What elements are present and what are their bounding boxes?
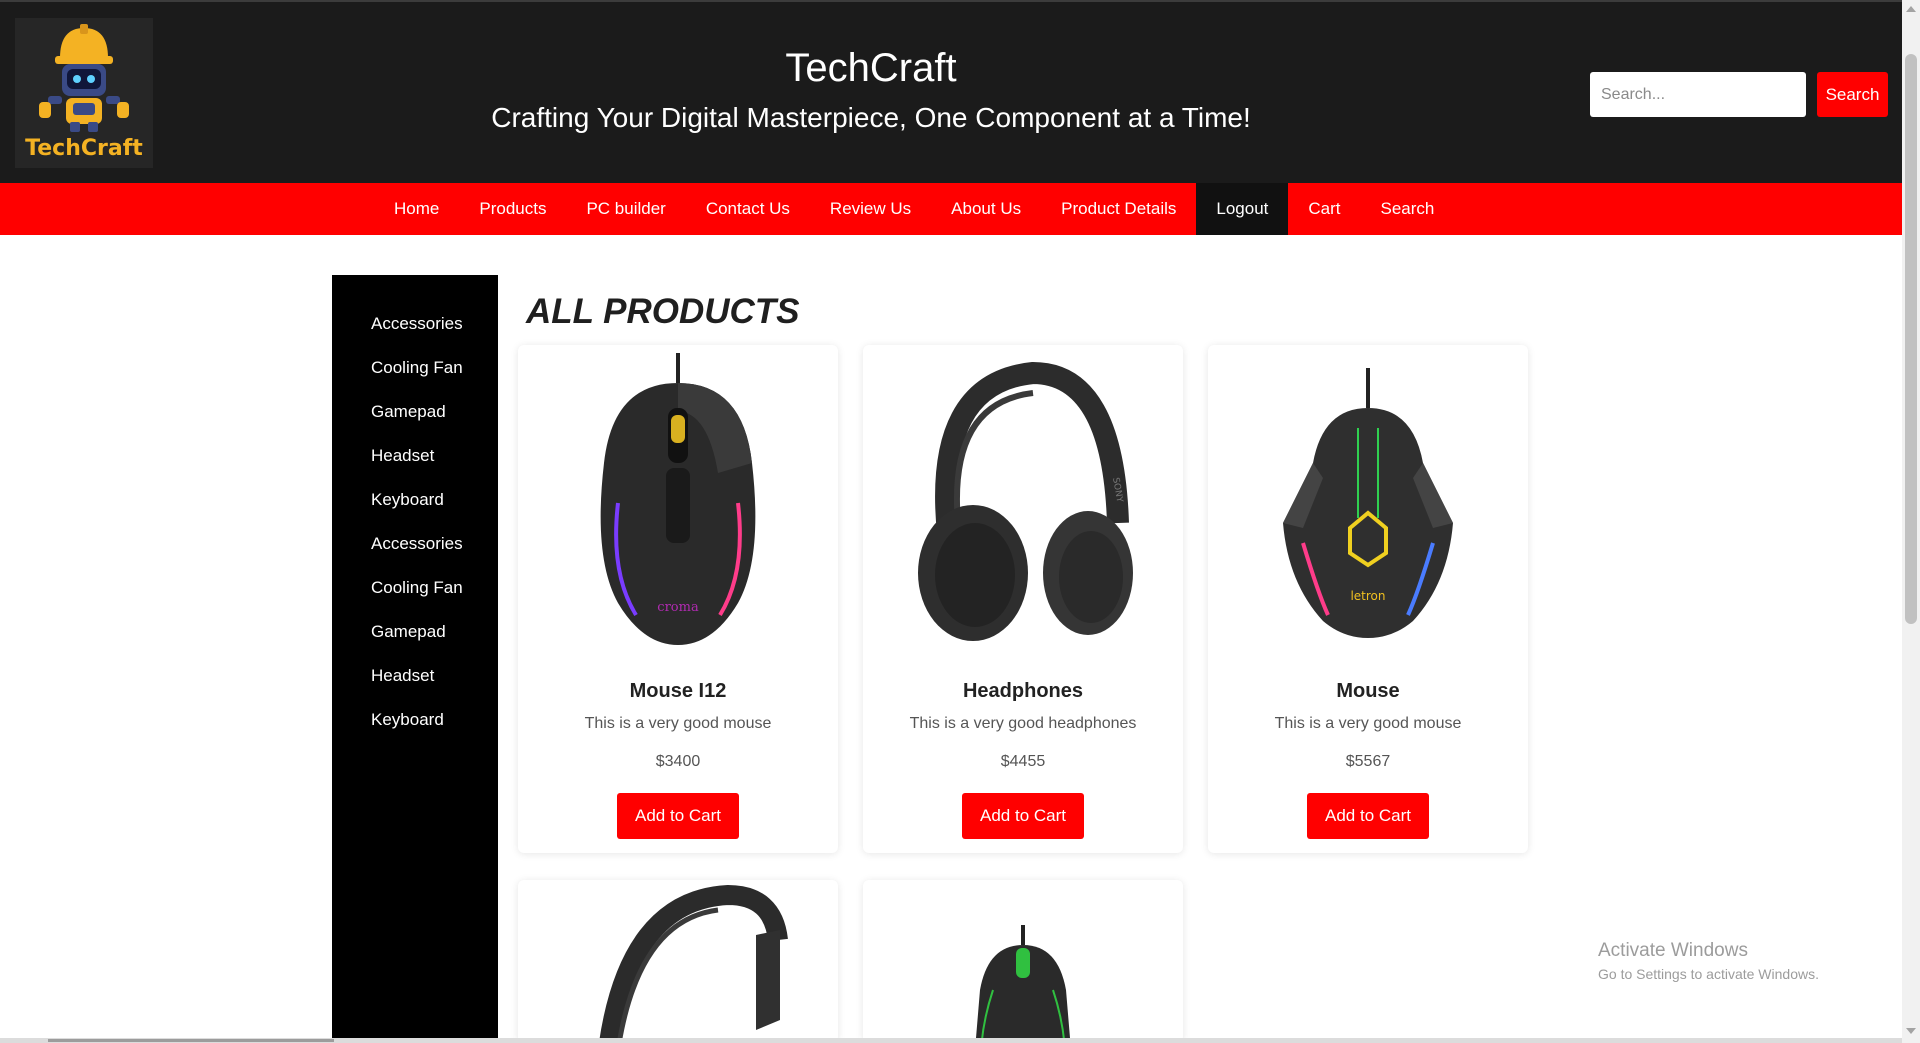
nav-item-search[interactable]: Search: [1361, 183, 1455, 235]
category-item-gamepad[interactable]: Gamepad: [371, 620, 489, 644]
category-item-accessories[interactable]: Accessories: [371, 532, 489, 556]
brand-mark: croma: [657, 600, 699, 615]
nav-item-logout[interactable]: Logout: [1196, 183, 1289, 235]
category-list: Accessories Cooling Fan Gamepad Headset …: [371, 312, 489, 752]
nav-item-home[interactable]: Home: [374, 183, 459, 235]
watermark-subtitle: Go to Settings to activate Windows.: [1598, 966, 1819, 982]
category-item-keyboard[interactable]: Keyboard: [371, 708, 489, 732]
nav-item-pc-builder[interactable]: PC builder: [566, 183, 685, 235]
add-to-cart-button[interactable]: Add to Cart: [1307, 793, 1429, 839]
headphones-icon: [598, 884, 788, 1043]
scrollbar-thumb[interactable]: [1905, 54, 1917, 624]
nav-item-product-details[interactable]: Product Details: [1041, 183, 1196, 235]
product-card: letron Mouse This is a very good mouse $…: [1208, 345, 1528, 853]
product-description: This is a very good mouse: [584, 715, 772, 732]
headphones-icon: SONY: [918, 361, 1133, 641]
product-description: This is a very good mouse: [1274, 715, 1462, 732]
scroll-up-arrow-icon[interactable]: [1906, 6, 1916, 12]
site-title: TechCraft: [785, 46, 957, 90]
mouse-icon: [975, 925, 1071, 1043]
product-card: [518, 880, 838, 1043]
product-description: This is a very good headphones: [909, 715, 1137, 732]
watermark-title: Activate Windows: [1598, 940, 1748, 961]
category-sidebar: Accessories Cooling Fan Gamepad Headset …: [332, 275, 498, 1043]
brand-mark: letron: [1350, 589, 1385, 603]
page-title: ALL PRODUCTS: [526, 292, 800, 331]
scroll-down-arrow-icon[interactable]: [1906, 1028, 1916, 1034]
product-card: SONY Headphones This is a very good head…: [863, 345, 1183, 853]
product-name: Headphones: [962, 680, 1084, 702]
category-item-gamepad[interactable]: Gamepad: [371, 400, 489, 424]
category-item-cooling-fan[interactable]: Cooling Fan: [371, 356, 489, 380]
site-tagline: Crafting Your Digital Masterpiece, One C…: [491, 102, 1251, 133]
search-input[interactable]: [1590, 72, 1806, 117]
mouse-icon: croma: [600, 353, 756, 645]
category-item-cooling-fan[interactable]: Cooling Fan: [371, 576, 489, 600]
category-item-keyboard[interactable]: Keyboard: [371, 488, 489, 512]
category-item-headset[interactable]: Headset: [371, 664, 489, 688]
nav-item-cart[interactable]: Cart: [1288, 183, 1360, 235]
nav-item-contact-us[interactable]: Contact Us: [686, 183, 810, 235]
nav-list: Home Products PC builder Contact Us Revi…: [374, 183, 1454, 235]
search-button[interactable]: Search: [1817, 72, 1888, 117]
add-to-cart-button[interactable]: Add to Cart: [962, 793, 1084, 839]
main-nav: Home Products PC builder Contact Us Revi…: [0, 183, 1902, 235]
activate-windows-watermark: Activate Windows Go to Settings to activ…: [1598, 940, 1819, 982]
product-name: Mouse: [1336, 680, 1400, 702]
horizontal-scrollbar-thumb[interactable]: [48, 1039, 334, 1042]
mouse-icon: letron: [1283, 368, 1453, 638]
category-item-accessories[interactable]: Accessories: [371, 312, 489, 336]
product-card: [863, 880, 1183, 1043]
nav-item-review-us[interactable]: Review Us: [810, 183, 931, 235]
category-item-headset[interactable]: Headset: [371, 444, 489, 468]
product-card: croma Mouse I12 This is a very good mous…: [518, 345, 838, 853]
vertical-scrollbar[interactable]: [1902, 0, 1920, 1043]
site-header: TechCraft TechCraft Crafting Your Digita…: [0, 2, 1902, 183]
product-price: $4455: [1000, 753, 1046, 770]
nav-item-products[interactable]: Products: [459, 183, 566, 235]
logo-text: TechCraft: [25, 136, 143, 161]
product-name: Mouse I12: [629, 680, 727, 702]
add-to-cart-button[interactable]: Add to Cart: [617, 793, 739, 839]
product-price: $3400: [655, 753, 701, 770]
nav-item-about-us[interactable]: About Us: [931, 183, 1041, 235]
site-logo[interactable]: TechCraft: [15, 18, 153, 168]
product-price: $5567: [1345, 753, 1391, 770]
